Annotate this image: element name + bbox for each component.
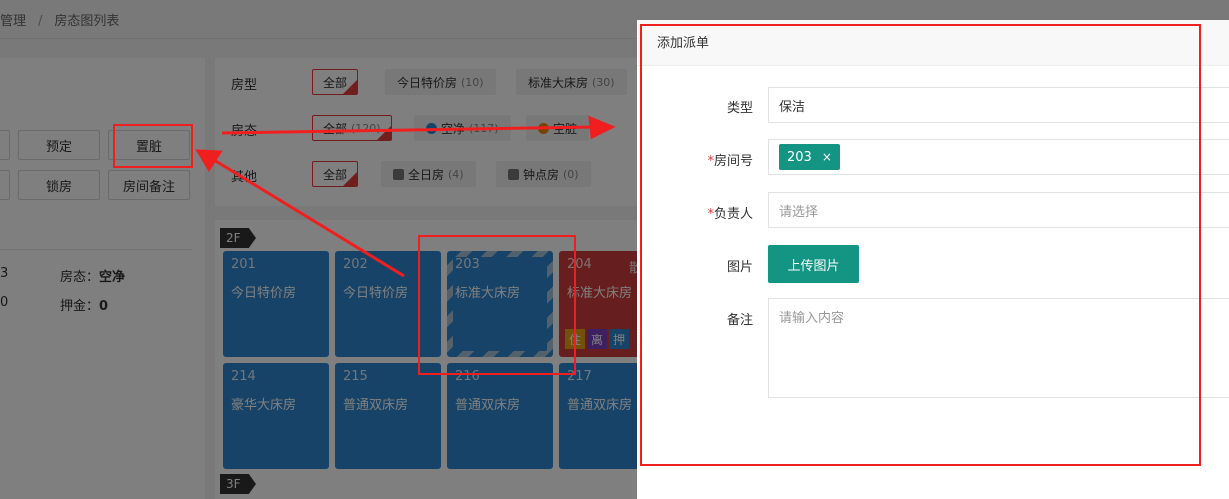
annotation-arrow-head: [588, 115, 616, 140]
annotation-arrow-line: [213, 158, 405, 278]
annotation-arrow-line: [221, 125, 597, 135]
annotation-arrows: [195, 115, 616, 278]
